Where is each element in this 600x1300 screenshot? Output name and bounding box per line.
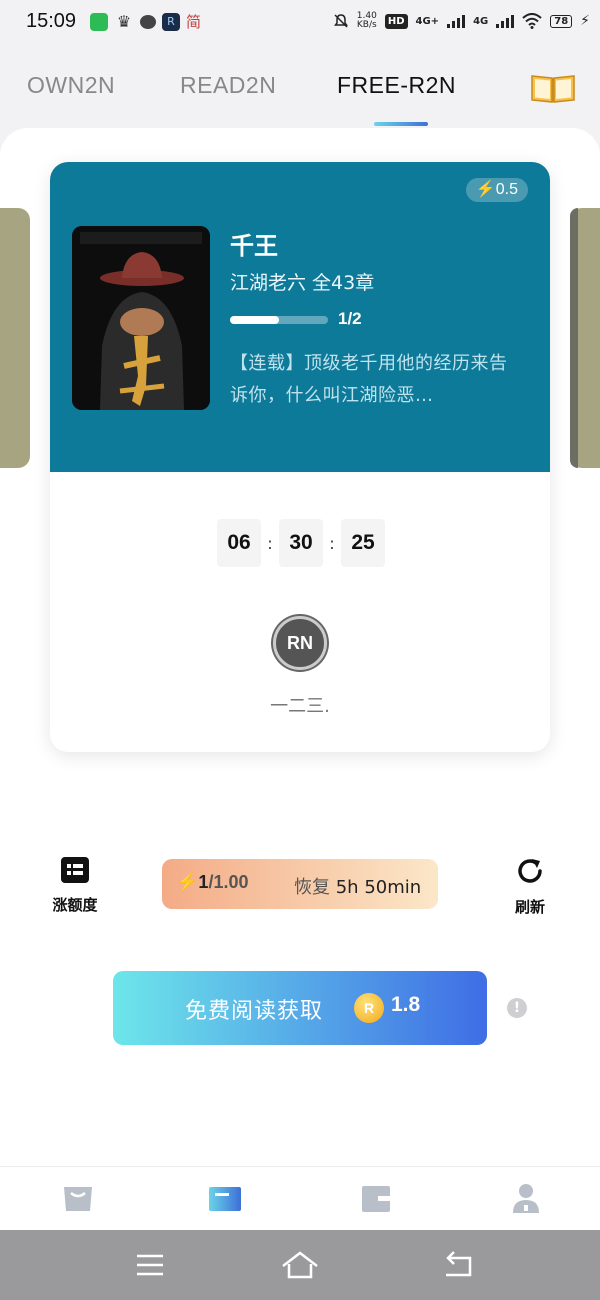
home-icon[interactable]: [280, 1248, 320, 1282]
menu-icon[interactable]: [130, 1248, 170, 1282]
claim-label: 免费阅读获取: [185, 999, 324, 1024]
countdown-separator: :: [329, 533, 335, 553]
book-cover[interactable]: [72, 226, 210, 410]
status-bar: 15:09 ♛ R 简 1.40 KB/s HD 4G+ 4G 78 ⚡: [0, 0, 600, 46]
countdown-timer: 06 : 30 : 25: [217, 519, 385, 567]
tab-own2n[interactable]: OWN2N: [27, 72, 115, 99]
chat-icon: [140, 15, 156, 29]
profile-icon[interactable]: [506, 1181, 546, 1217]
increase-quota-button[interactable]: 涨额度: [44, 856, 106, 915]
countdown-seconds: 25: [341, 519, 385, 567]
reading-progress-fill: [230, 316, 279, 324]
previous-book-card[interactable]: [0, 208, 30, 468]
jian-notification: 简: [186, 13, 202, 31]
bolt-icon: ⚡: [475, 181, 496, 198]
reading-progress-bar: [230, 316, 328, 324]
book-description: 【连载】顶级老千用他的经历来告诉你，什么叫江湖险恶…: [230, 353, 508, 406]
coin-icon: R: [354, 993, 384, 1023]
reader-app-icon: R: [162, 13, 180, 31]
claim-amount: 1.8: [391, 993, 421, 1016]
countdown-separator: :: [267, 533, 273, 553]
book-card-header: ⚡0.5 千王 江湖老六 全43章 1/2 【连载】顶级老千用他的经历来告诉你，…: [50, 162, 550, 472]
crown-icon: ♛: [116, 12, 132, 31]
main-panel: ⚡0.5 千王 江湖老六 全43章 1/2 【连载】顶级老千用他的经历来告诉你，…: [0, 128, 600, 1168]
info-icon[interactable]: !: [507, 998, 527, 1018]
energy-cost-badge: ⚡0.5: [465, 178, 528, 202]
tab-free-r2n[interactable]: FREE-R2N: [337, 72, 456, 99]
bag-icon[interactable]: [58, 1181, 98, 1217]
countdown-hours: 06: [217, 519, 261, 567]
book-title: 千王: [230, 232, 278, 260]
refresh-button[interactable]: 刷新: [500, 856, 560, 917]
list-icon: [61, 857, 89, 883]
reader-icon[interactable]: [205, 1181, 245, 1217]
energy-bolt-icon: ⚡: [176, 872, 199, 892]
system-navigation-bar: [0, 1230, 600, 1300]
tab-read2n[interactable]: READ2N: [180, 72, 276, 99]
cover-art: [72, 226, 210, 410]
energy-status: ⚡1/1.00 恢复 5h 50min: [162, 859, 438, 909]
signal-label-2: 4G: [473, 15, 489, 27]
refresh-icon: [518, 859, 542, 883]
book-card[interactable]: ⚡0.5 千王 江湖老六 全43章 1/2 【连载】顶级老千用他的经历来告诉你，…: [50, 162, 550, 752]
author-avatar[interactable]: RN: [273, 616, 327, 670]
top-tabs: OWN2N READ2N FREE-R2N: [0, 60, 600, 126]
energy-restore: 恢复 5h 50min: [294, 877, 422, 898]
signal-label-1: 4G+: [415, 15, 440, 27]
mute-bell-icon: [333, 14, 348, 28]
wifi-icon: [522, 13, 542, 29]
system-status-icons: 1.40 KB/s HD 4G+ 4G 78 ⚡: [333, 12, 590, 30]
status-time: 15:09: [26, 10, 77, 32]
app-notification-icon: [90, 13, 108, 31]
bottom-navigation: [0, 1166, 600, 1230]
next-book-card[interactable]: [570, 208, 600, 468]
book-author-chapters: 江湖老六 全43章: [230, 272, 375, 294]
free-read-claim-button[interactable]: 免费阅读获取 R 1.8: [113, 971, 487, 1045]
refresh-label: 刷新: [514, 898, 545, 916]
wallet-icon[interactable]: [356, 1181, 396, 1217]
signal-bars-icon: [447, 14, 466, 28]
net-speed: 1.40 KB/s: [356, 11, 377, 30]
battery-icon: 78: [550, 14, 573, 28]
author-name: 一二三.: [270, 696, 330, 717]
notification-icons: ♛ R 简: [90, 13, 204, 31]
open-book-icon[interactable]: [530, 72, 576, 104]
reading-progress-text: 1/2: [338, 309, 362, 328]
active-tab-indicator: [374, 122, 428, 126]
signal-bars-icon-2: [496, 14, 515, 28]
countdown-minutes: 30: [279, 519, 323, 567]
back-icon[interactable]: [438, 1248, 478, 1282]
charging-icon: ⚡: [580, 13, 590, 29]
energy-count: ⚡1/1.00: [176, 872, 249, 892]
hd-icon: HD: [384, 13, 408, 29]
increase-quota-label: 涨额度: [52, 896, 98, 914]
